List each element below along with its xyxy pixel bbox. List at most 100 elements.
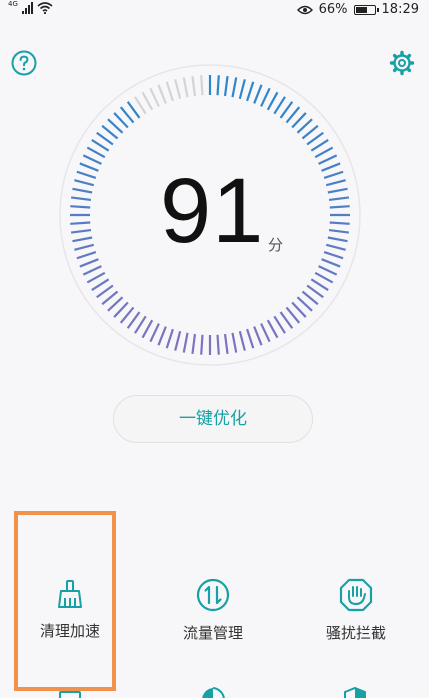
gauge-tick-active	[174, 330, 182, 351]
gauge-tick-active	[296, 118, 313, 134]
gauge-tick-active	[101, 290, 119, 306]
gauge-tick-active	[101, 124, 119, 140]
score-value: 91	[160, 160, 265, 262]
gear-icon[interactable]	[389, 50, 415, 76]
gauge-tick-active	[279, 101, 294, 119]
gauge-tick-active	[107, 296, 124, 312]
signal-icon	[21, 2, 33, 14]
tool-data-management[interactable]: 流量管理	[153, 578, 273, 643]
gauge-tick-active	[285, 306, 301, 324]
gauge-tick-inactive	[165, 81, 174, 102]
gauge-tick-active	[74, 179, 95, 187]
network-type-label: 4G	[8, 0, 18, 8]
clock: 18:29	[381, 2, 419, 17]
gauge-tick-active	[200, 334, 204, 355]
gauge-tick-active	[318, 265, 338, 276]
status-left: 4G	[8, 0, 53, 14]
gauge-tick-active	[327, 187, 348, 194]
gauge-tick-active	[301, 290, 319, 306]
wifi-icon	[37, 2, 53, 14]
gauge-tick-active	[107, 118, 124, 134]
shield-icon[interactable]	[341, 686, 369, 698]
gauge-tick-active	[216, 75, 220, 96]
gauge-tick-active	[134, 315, 147, 334]
tool-harassment-block[interactable]: 骚扰拦截	[296, 578, 416, 643]
gauge-tick-active	[306, 131, 324, 146]
gauge-tick-active	[273, 315, 286, 334]
gauge-tick-active	[165, 328, 174, 349]
gauge-tick-active	[260, 87, 271, 107]
gauge-tick-active	[113, 112, 129, 129]
gauge-tick-active	[285, 106, 301, 124]
gauge-tick-active	[86, 271, 106, 284]
pie-icon[interactable]	[199, 686, 227, 698]
gauge-tick-active	[266, 319, 279, 339]
gauge-tick-active	[86, 146, 106, 159]
gauge-tick-active	[72, 236, 93, 243]
gauge-tick-active	[310, 139, 329, 152]
data-traffic-icon	[196, 578, 230, 612]
gauge-tick-active	[246, 81, 255, 102]
gauge-tick-active	[306, 284, 324, 299]
gauge-tick-active	[323, 170, 344, 179]
gauge-tick-active	[260, 323, 271, 343]
status-bar: 4G 66% 18:29	[0, 0, 429, 20]
tool-label: 流量管理	[182, 624, 243, 642]
gauge-tick-inactive	[149, 87, 160, 107]
gauge-tick-active	[291, 301, 307, 318]
gauge-tick-active	[238, 330, 246, 351]
gauge-tick-active	[223, 75, 229, 97]
gauge-tick-active	[70, 196, 92, 202]
gauge-tick-inactive	[134, 96, 147, 115]
gauge-tick-active	[325, 179, 346, 187]
gauge-tick-active	[70, 221, 91, 225]
block-hand-icon	[339, 578, 373, 612]
one-click-optimize-button[interactable]: 一键优化	[113, 395, 313, 443]
gauge-tick-active	[246, 328, 255, 349]
gauge-tick-inactive	[141, 91, 154, 111]
gauge-tick-active	[82, 154, 102, 165]
gauge-tick-active	[231, 77, 238, 98]
gauge-tick-active	[325, 243, 346, 251]
gauge-tick-active	[119, 106, 135, 124]
gauge-tick-active	[328, 196, 350, 202]
gauge-tick-active	[238, 79, 246, 100]
gauge-tick-active	[301, 124, 319, 140]
battery-percent: 66%	[318, 2, 348, 17]
gauge-tick-active	[74, 243, 95, 251]
gauge-tick-active	[82, 265, 102, 276]
gauge-tick-active	[310, 278, 329, 291]
gauge-tick-active	[314, 146, 334, 159]
gauge-tick-active	[157, 326, 167, 346]
score-unit: 分	[268, 236, 284, 254]
gauge-tick-active	[70, 228, 92, 234]
gauge-tick-active	[76, 251, 97, 260]
gauge-tick-active	[149, 323, 160, 343]
gauge-tick-active	[253, 326, 263, 346]
gauge-tick-active	[126, 101, 141, 119]
gauge-tick-active	[323, 251, 344, 260]
gauge-tick-active	[327, 236, 348, 243]
gauge-tick-active	[328, 228, 350, 234]
gauge-tick-active	[191, 333, 197, 355]
battery-icon	[353, 4, 379, 15]
gauge-tick-active	[70, 205, 91, 209]
gauge-tick-active	[329, 205, 350, 209]
gauge-tick-active	[126, 311, 141, 329]
gauge-tick-active	[314, 271, 334, 284]
gauge-tick-active	[141, 319, 154, 339]
gauge-tick-inactive	[182, 77, 189, 98]
gauge-tick-active	[79, 258, 99, 268]
gauge-tick-active	[321, 258, 341, 268]
question-circle-icon[interactable]	[11, 50, 37, 76]
gauge-tick-active	[321, 162, 341, 172]
gauge-tick-active	[216, 334, 220, 355]
gauge-tick-active	[91, 139, 110, 152]
gauge-tick-active	[329, 221, 350, 225]
gauge-tick-active	[96, 131, 114, 146]
gauge-tick-active	[119, 306, 135, 324]
gauge-tick-inactive	[157, 84, 167, 104]
gauge-tick-inactive	[174, 79, 182, 100]
tool-label: 骚扰拦截	[325, 624, 386, 642]
gauge-tick-active	[113, 301, 129, 318]
